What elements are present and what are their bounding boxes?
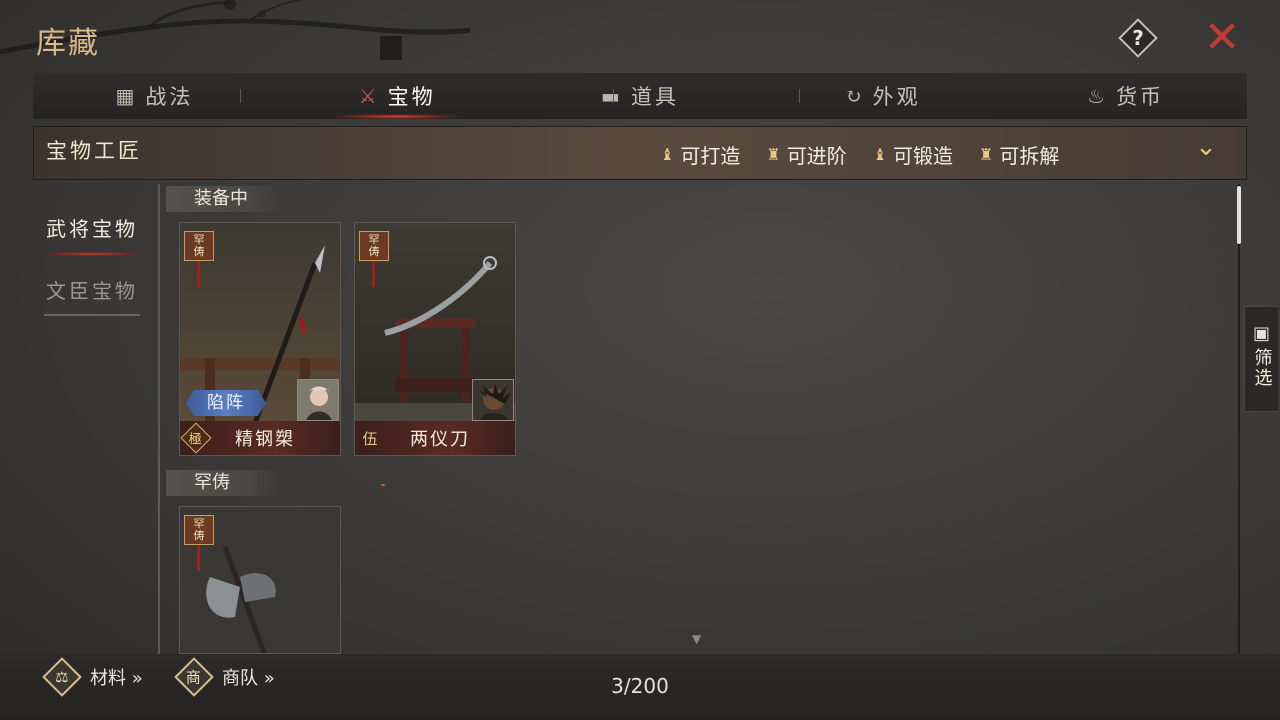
dismantle-figure-icon: ♜ [979,145,994,164]
tab-waiguan[interactable]: ↻ 外观 [761,73,1004,119]
chevron-down-icon[interactable]: ⌄ [1192,133,1220,161]
action-label: 可打造 [680,144,741,168]
treasure-card-axe[interactable]: 罕 俦 [179,506,341,654]
action-label: 可拆解 [999,144,1060,168]
advanceable-filter[interactable]: ♜ 可进阶 [766,140,846,169]
tab-divider [799,89,800,103]
help-label: ? [1132,26,1144,50]
help-button[interactable]: ? [1118,18,1158,58]
anvil-figure-icon: ♝ [660,145,675,164]
refresh-cycle-icon: ↻ [844,84,865,108]
materials-icon: ⚖ [42,657,82,697]
filter-label: 筛选 [1251,348,1273,388]
section-equipped-label: 装备中 [166,186,282,212]
artisan-bar[interactable]: 宝物工匠 ♝ 可打造 ♜ 可进阶 ♝ 可锻造 ♜ 可拆解 ⌄ [33,126,1247,180]
rarity-seal-icon: 罕 俦 [184,515,214,545]
hero-portrait-avatar [297,379,339,421]
scrollbar-thumb[interactable] [1237,186,1241,244]
tab-divider [426,89,427,103]
filter-button[interactable]: ▣ 筛选 [1244,306,1278,412]
grade-label: 伍 [362,429,378,448]
materials-link[interactable]: ⚖ 材料 » [42,657,143,697]
tassel-decoration [197,261,200,287]
tassel-decoration [197,545,200,571]
craftable-filter[interactable]: ♝ 可打造 [660,140,740,169]
treasure-card-liangyidao[interactable]: 罕 俦 伍 两仪刀 [354,222,516,456]
caravan-label: 商队 » [222,668,275,689]
seal-bottom: 俦 [193,529,205,542]
tab-divider [240,89,241,103]
money-bag-icon: ♨ [1087,84,1109,108]
treasure-rack-icon: ⚔ [358,84,380,108]
sidebar-item-civil-treasures[interactable]: 文臣宝物 [30,258,154,320]
rarity-seal-icon: 罕 俦 [359,231,389,261]
tab-baowu[interactable]: ⚔ 宝物 [276,73,519,119]
grade-label: 極 [189,432,203,448]
page-title: 库藏 [36,26,100,61]
forgeable-filter[interactable]: ♝ 可锻造 [873,140,953,169]
card-name: 精钢槊 [235,429,295,450]
materials-label: 材料 » [90,668,143,689]
box-icon: ▬ [601,84,623,108]
seal-bottom: 俦 [193,245,205,258]
rarity-seal-icon: 罕 俦 [184,231,214,261]
advance-figure-icon: ♜ [766,145,781,164]
skill-badge: 陷阵 [186,390,266,416]
storage-counter: 3/200 [611,674,669,698]
grid-filter-icon: ▣ [1252,323,1270,344]
card-name-strip: 極 精钢槊 [180,421,340,455]
close-icon: ✕ [1203,12,1241,63]
hero-portrait-avatar [472,379,514,421]
artisan-actions: ♝ 可打造 ♜ 可进阶 ♝ 可锻造 ♜ 可拆解 [660,140,1059,169]
sidebar-nav: 武将宝物 文臣宝物 [30,196,154,320]
card-name: 两仪刀 [410,429,470,450]
action-label: 可锻造 [893,144,954,168]
tab-divider [613,89,614,103]
tab-label: 货币 [1116,85,1165,109]
close-button[interactable]: ✕ [1200,16,1244,60]
action-label: 可进阶 [786,144,847,168]
tab-daoju[interactable]: ▬ 道具 [519,73,762,119]
category-tabbar: ▦ 战法 ⚔ 宝物 ▬ 道具 ↻ 外观 ♨ 货币 [33,73,1247,119]
scroll-down-hint-icon: ▼ [692,632,702,646]
seal-bottom: 俦 [368,245,380,258]
caravan-icon: 商 [174,657,214,697]
card-name-strip: 伍 两仪刀 [355,421,515,455]
ember-decoration [381,484,385,486]
dismantlable-filter[interactable]: ♜ 可拆解 [979,140,1059,169]
grade-gem-icon: 極 [180,422,212,454]
scrollbar-track[interactable] [1238,184,1240,654]
treasure-card-jinggangshuo[interactable]: 罕 俦 陷阵 極 精钢槊 [179,222,341,456]
tab-label: 外观 [872,85,921,109]
tab-label: 宝物 [387,85,436,109]
bottom-bar: ⚖ 材料 » 商 商队 » 3/200 [0,654,1280,720]
artisan-title: 宝物工匠 [46,139,142,163]
scroll-bundle-icon: ▦ [115,84,138,108]
section-rare-label: 罕俦 [166,470,282,496]
tab-label: 道具 [630,85,679,109]
nav-divider [158,184,160,654]
tassel-decoration [372,261,375,287]
tab-label: 战法 [145,85,194,109]
tab-huobi[interactable]: ♨ 货币 [1004,73,1247,119]
forge-figure-icon: ♝ [872,145,888,164]
caravan-link[interactable]: 商 商队 » [174,657,275,697]
sidebar-item-general-treasures[interactable]: 武将宝物 [30,196,154,258]
